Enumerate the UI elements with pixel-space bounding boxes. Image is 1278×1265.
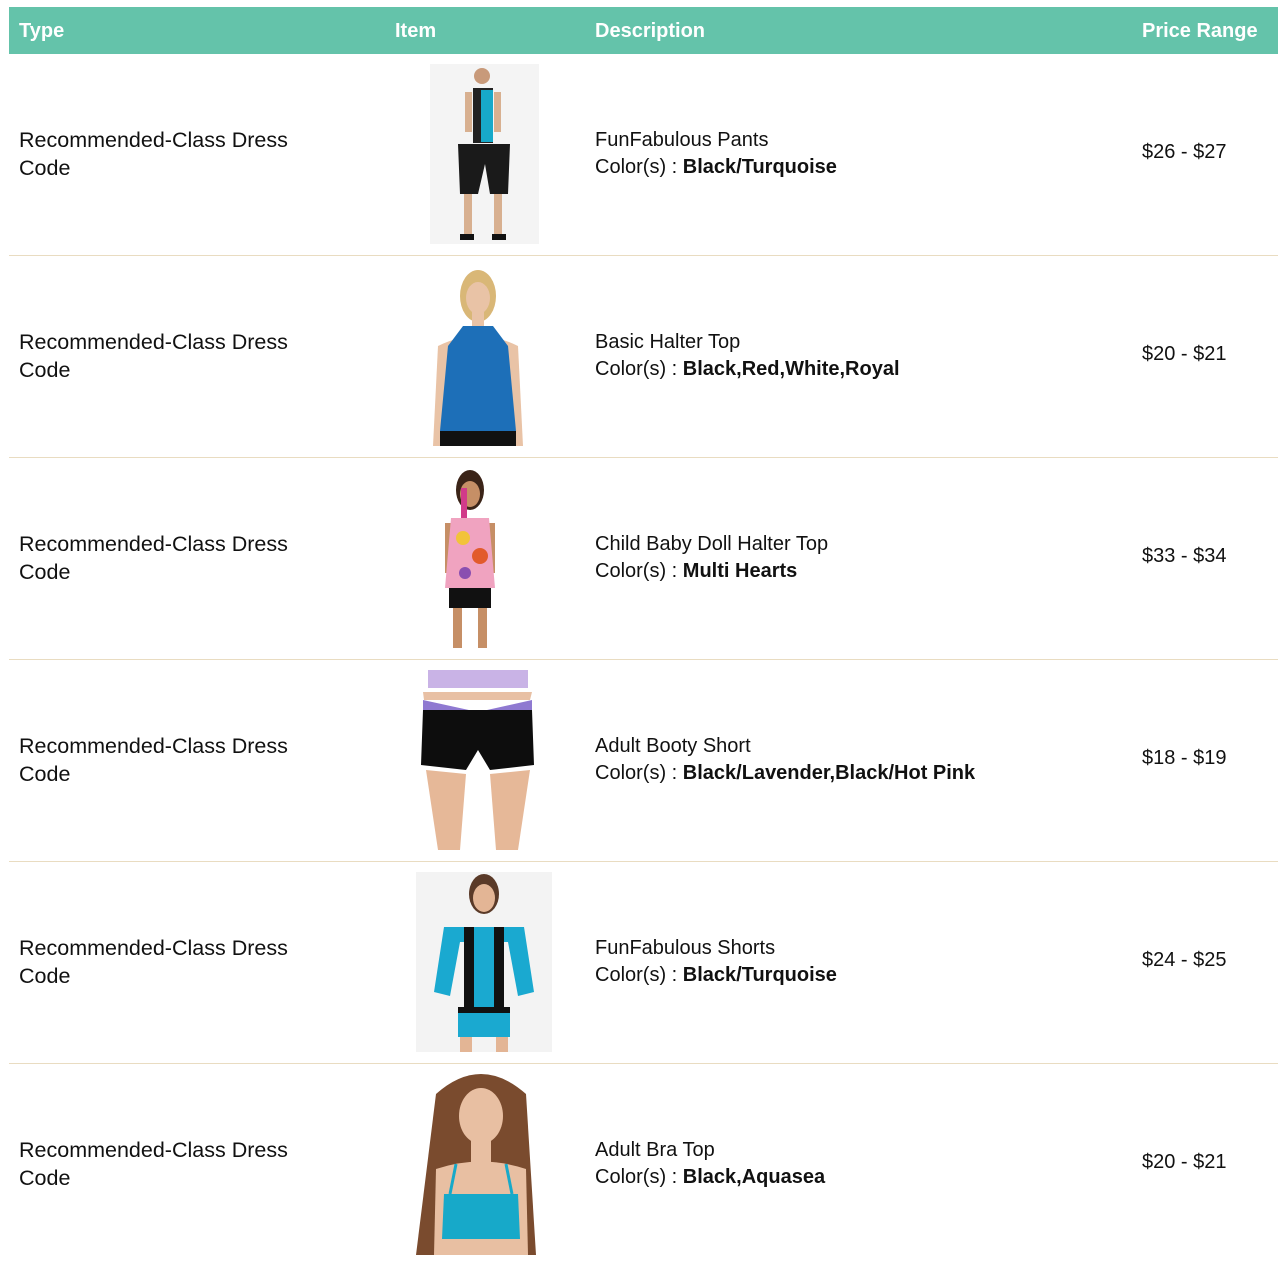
row-type: Recommended-Class Dress Code — [19, 532, 288, 584]
product-name[interactable]: Adult Booty Short — [595, 733, 975, 760]
row-price: $33 - $34 — [1142, 545, 1227, 567]
halter-top-photo[interactable] — [428, 266, 528, 446]
product-name[interactable]: Adult Bra Top — [595, 1137, 825, 1164]
girl-pants-photo[interactable] — [430, 64, 539, 244]
baby-doll-top-photo[interactable] — [425, 468, 515, 648]
product-colors: Color(s) : Black/Lavender,Black/Hot Pink — [595, 762, 976, 784]
table-row: Recommended-Class Dress Code FunFabulous… — [9, 54, 1278, 256]
header-price: Price Range — [1142, 20, 1258, 42]
table-header: Type Item Description Price Range — [9, 7, 1278, 54]
booty-short-photo[interactable] — [420, 670, 535, 850]
product-table: Type Item Description Price Range Recomm… — [9, 7, 1278, 1255]
row-type: Recommended-Class Dress Code — [19, 1138, 288, 1190]
row-price: $20 - $21 — [1142, 343, 1227, 365]
header-type: Type — [19, 20, 65, 42]
product-colors: Color(s) : Black,Red,White,Royal — [595, 358, 900, 380]
table-row: Recommended-Class Dress Code FunFabulous… — [9, 862, 1278, 1064]
product-name[interactable]: FunFabulous Shorts — [595, 935, 837, 962]
row-price: $18 - $19 — [1142, 747, 1227, 769]
row-price: $20 - $21 — [1142, 1151, 1227, 1173]
table-row: Recommended-Class Dress Code Adult Bra T… — [9, 1064, 1278, 1265]
product-name[interactable]: FunFabulous Pants — [595, 127, 837, 154]
row-description: FunFabulous Pants Color(s) : Black/Turqu… — [595, 127, 837, 181]
header-item: Item — [395, 20, 437, 42]
row-type: Recommended-Class Dress Code — [19, 128, 288, 180]
product-name[interactable]: Child Baby Doll Halter Top — [595, 531, 828, 558]
header-description: Description — [595, 20, 706, 42]
row-description: Basic Halter Top Color(s) : Black,Red,Wh… — [595, 329, 900, 383]
bra-top-photo[interactable] — [416, 1074, 546, 1255]
row-price: $24 - $25 — [1142, 949, 1227, 971]
product-colors: Color(s) : Black/Turquoise — [595, 964, 837, 986]
row-description: Child Baby Doll Halter Top Color(s) : Mu… — [595, 531, 828, 585]
product-colors: Color(s) : Multi Hearts — [595, 560, 798, 582]
table-row: Recommended-Class Dress Code Child Baby … — [9, 458, 1278, 660]
row-type: Recommended-Class Dress Code — [19, 936, 288, 988]
row-description: FunFabulous Shorts Color(s) : Black/Turq… — [595, 935, 837, 989]
shorts-photo[interactable] — [416, 872, 552, 1052]
product-colors: Color(s) : Black/Turquoise — [595, 156, 837, 178]
row-description: Adult Bra Top Color(s) : Black,Aquasea — [595, 1137, 825, 1191]
product-name[interactable]: Basic Halter Top — [595, 329, 900, 356]
row-description: Adult Booty Short Color(s) : Black/Laven… — [595, 733, 975, 787]
product-colors: Color(s) : Black,Aquasea — [595, 1166, 826, 1188]
row-price: $26 - $27 — [1142, 141, 1227, 163]
table-row: Recommended-Class Dress Code Basic Halte… — [9, 256, 1278, 458]
row-type: Recommended-Class Dress Code — [19, 330, 288, 382]
table-row: Recommended-Class Dress Code Adult Booty… — [9, 660, 1278, 862]
row-type: Recommended-Class Dress Code — [19, 734, 288, 786]
